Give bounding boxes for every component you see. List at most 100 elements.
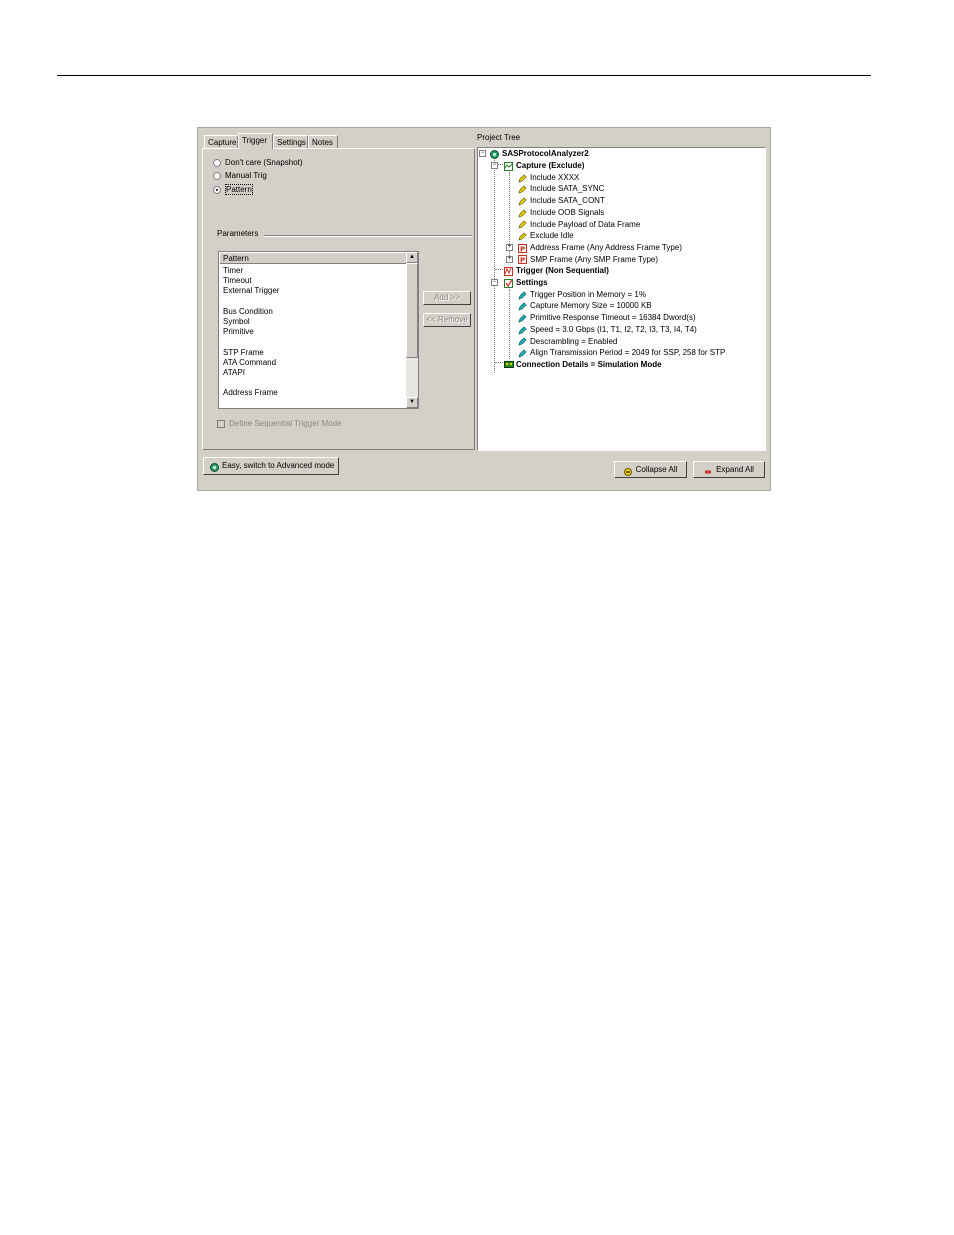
parameters-title: Parameters (217, 229, 259, 238)
expand-all-button[interactable]: Expand All (693, 461, 765, 478)
tree-node-settings[interactable]: Settings (504, 277, 548, 288)
radio-dont-care[interactable]: Don't care (Snapshot) (213, 157, 303, 169)
tree-leaf-label: Speed = 3.0 Gbps (I1, T1, I2, T2, I3, T3… (530, 324, 697, 334)
list-item (223, 378, 279, 388)
tree-leaf[interactable]: Include Payload of Data Frame (518, 219, 640, 230)
list-item[interactable]: ATA Command (223, 358, 279, 368)
list-item (223, 297, 279, 307)
capture-icon (504, 161, 513, 171)
collapse-toggle-icon[interactable]: − (491, 162, 498, 169)
parameters-listbox[interactable]: Pattern Timer Timeout External Trigger B… (218, 251, 419, 409)
tree-leaf[interactable]: Speed = 3.0 Gbps (I1, T1, I2, T2, I3, T3… (518, 324, 697, 335)
list-item[interactable]: Timer (223, 266, 279, 276)
list-item[interactable]: ATAPI (223, 368, 279, 378)
frame-icon: P (518, 255, 527, 265)
tree-node-label: Settings (516, 278, 548, 287)
tree-leaf[interactable]: Include SATA_SYNC (518, 183, 604, 194)
tree-leaf[interactable]: Include OOB Signals (518, 207, 604, 218)
tree-node-label: Trigger (Non Sequential) (516, 266, 609, 276)
settings-icon (504, 278, 513, 288)
tree-node-trigger[interactable]: Trigger (Non Sequential) (504, 265, 609, 277)
tree-connector (509, 289, 510, 359)
tree-leaf[interactable]: Exclude Idle (518, 230, 574, 241)
teal-pencil-icon (518, 291, 527, 300)
tab-settings[interactable]: Settings (273, 135, 308, 148)
project-tree[interactable]: − SASProtocolAnalyzer2 − Capture (Exclud… (477, 147, 766, 451)
scroll-thumb[interactable] (406, 263, 418, 358)
tree-connector (495, 362, 503, 363)
trigger-icon (504, 267, 513, 277)
yellow-pencil-icon (518, 197, 527, 206)
radio-manual-trig[interactable]: Manual Trig (213, 170, 267, 182)
tree-node-connection[interactable]: Connection Details = Simulation Mode (504, 359, 662, 370)
analyzer-icon (490, 149, 499, 159)
tree-leaf-label: Include OOB Signals (530, 207, 605, 217)
tree-connector (495, 269, 503, 270)
tree-leaf-label: Trigger Position in Memory = 1% (530, 289, 646, 299)
tree-leaf[interactable]: Descrambling = Enabled (518, 336, 617, 347)
scroll-up-icon[interactable]: ▲ (406, 252, 418, 263)
radio-label: Don't care (Snapshot) (225, 158, 303, 167)
tree-connector (494, 160, 495, 373)
yellow-pencil-icon (518, 220, 527, 229)
tree-leaf[interactable]: Capture Memory Size = 10000 KB (518, 300, 652, 311)
collapse-all-button[interactable]: Collapse All (614, 461, 687, 478)
tree-leaf-label: Include SATA_CONT (530, 196, 605, 206)
page-rule (57, 75, 871, 76)
list-item[interactable]: Symbol (223, 317, 279, 327)
radio-pattern[interactable]: Pattern (213, 184, 253, 196)
tree-node-label: Capture (Exclude) (516, 161, 585, 170)
yellow-pencil-icon (518, 232, 527, 241)
collapse-toggle-icon[interactable]: − (491, 279, 498, 286)
radio-button[interactable] (213, 171, 221, 180)
checkbox-box[interactable] (217, 419, 225, 428)
expand-toggle-icon[interactable]: + (506, 244, 513, 251)
tree-root[interactable]: SASProtocolAnalyzer2 (490, 148, 589, 159)
tree-leaf[interactable]: Include SATA_CONT (518, 195, 605, 206)
tree-leaf-label: Primitive Response Timeout = 16384 Dword… (530, 313, 696, 323)
tree-leaf-label: Capture Memory Size = 10000 KB (530, 301, 652, 311)
switch-advanced-button[interactable]: Easy, switch to Advanced mode (203, 457, 339, 475)
remove-button[interactable]: << Remove (423, 313, 471, 327)
teal-pencil-icon (518, 349, 527, 358)
radio-label: Pattern (225, 184, 253, 195)
tab-trigger[interactable]: Trigger (238, 133, 273, 149)
radio-button[interactable] (213, 158, 221, 167)
tree-leaf[interactable]: Align Transmission Period = 2049 for SSP… (518, 347, 725, 358)
tree-leaf-label: Descrambling = Enabled (530, 336, 618, 346)
tree-node-frame[interactable]: P SMP Frame (Any SMP Frame Type) (518, 254, 658, 265)
tab-notes[interactable]: Notes (308, 135, 338, 148)
tree-leaf[interactable]: Trigger Position in Memory = 1% (518, 289, 646, 300)
tree-node-label: Connection Details = Simulation Mode (516, 359, 662, 369)
teal-pencil-icon (518, 326, 527, 335)
listbox-scrollbar[interactable]: ▲ ▼ (406, 252, 418, 408)
tree-leaf[interactable]: Primitive Response Timeout = 16384 Dword… (518, 312, 696, 323)
scroll-down-icon[interactable]: ▼ (406, 397, 418, 408)
list-item[interactable]: Timeout (223, 276, 279, 286)
tree-leaf[interactable]: Include XXXX (518, 172, 579, 183)
tree-node-label: SMP Frame (Any SMP Frame Type) (530, 254, 659, 264)
list-header[interactable]: Pattern (220, 253, 406, 264)
tree-node-capture[interactable]: Capture (Exclude) (504, 160, 584, 171)
analyzer-icon (210, 462, 219, 472)
radio-button[interactable] (213, 185, 221, 194)
list-item[interactable]: External Trigger (223, 286, 279, 296)
list-item (223, 337, 279, 347)
tree-node-frame[interactable]: P Address Frame (Any Address Frame Type) (518, 242, 682, 253)
sequential-trigger-checkbox[interactable]: Define Sequential Trigger Mode (217, 419, 342, 428)
switch-advanced-label: Easy, switch to Advanced mode (222, 461, 335, 470)
checkbox-label: Define Sequential Trigger Mode (229, 419, 342, 428)
list-item[interactable]: Bus Condition (223, 307, 279, 317)
list-item[interactable]: STP Frame (223, 348, 279, 358)
list-item[interactable]: Address Frame (223, 388, 279, 398)
teal-pencil-icon (518, 314, 527, 323)
collapse-toggle-icon[interactable]: − (479, 150, 486, 157)
yellow-pencil-icon (518, 185, 527, 194)
add-button[interactable]: Add >> (423, 291, 471, 305)
yellow-pencil-icon (518, 209, 527, 218)
tab-capture[interactable]: Capture (204, 135, 238, 148)
expand-toggle-icon[interactable]: + (506, 256, 513, 263)
tree-node-label: Address Frame (Any Address Frame Type) (530, 242, 682, 252)
list-item[interactable]: Primitive (223, 327, 279, 337)
tree-leaf-label: Align Transmission Period = 2049 for SSP… (530, 348, 726, 358)
